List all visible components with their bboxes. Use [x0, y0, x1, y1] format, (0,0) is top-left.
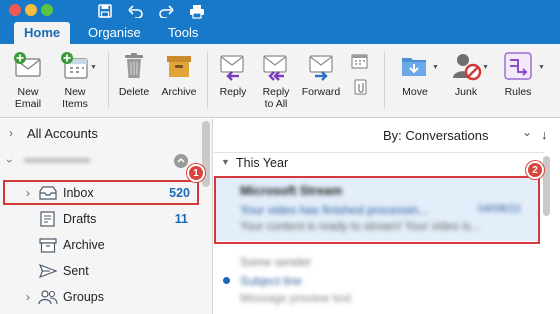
ribbon-toolbar: New Email New Items ▼ Delete Archive Rep… [0, 44, 560, 118]
group-header-this-year: This Year [236, 156, 289, 170]
chevron-right-icon[interactable]: › [9, 126, 13, 140]
step-1-callout: 1 [187, 164, 205, 182]
new-email-label: New Email [14, 86, 42, 110]
sort-direction-arrow-icon[interactable]: ↓ [541, 127, 548, 142]
attachment-icon[interactable] [352, 78, 370, 96]
list-divider [214, 152, 544, 153]
rules-dropdown-icon[interactable]: ▼ [538, 64, 545, 71]
move-dropdown-icon[interactable]: ▼ [432, 64, 439, 71]
delete-label: Delete [118, 86, 150, 98]
tab-tools[interactable]: Tools [158, 22, 208, 44]
toolbar-divider [108, 52, 109, 108]
archive-label: Archive [161, 86, 197, 98]
sort-by-dropdown[interactable]: By: Conversations [383, 128, 489, 143]
trash-icon [118, 50, 150, 82]
chevron-down-icon[interactable]: › [3, 159, 17, 163]
junk-button[interactable]: Junk [447, 50, 485, 98]
group-collapse-icon[interactable]: ▼ [221, 157, 230, 167]
rules-icon [502, 50, 534, 82]
draft-count-badge: 11 [174, 212, 188, 226]
ribbon-tab-bar: Home Organise Tools [0, 22, 560, 44]
forward-label: Forward [301, 86, 341, 98]
new-items-button[interactable]: New Items [53, 50, 97, 110]
message-sender: Some sender [240, 255, 312, 269]
list-item[interactable]: Some sender Subject line Message preview… [216, 247, 538, 313]
all-accounts-label: All Accounts [27, 125, 98, 141]
new-email-button[interactable]: New Email [8, 50, 48, 110]
new-items-icon [59, 50, 91, 82]
account-collapse-icon[interactable] [174, 154, 188, 168]
archive-icon [39, 237, 57, 253]
message-subject: Subject line [240, 274, 303, 288]
title-bar [0, 0, 560, 22]
rules-button[interactable]: Rules [500, 50, 536, 98]
toolbar-divider [207, 52, 208, 108]
account-item[interactable]: › ••••••••••••••••••••••• [0, 149, 200, 173]
tab-home[interactable]: Home [14, 22, 71, 44]
step-2-callout: 2 [526, 161, 544, 179]
message-list-scrollbar[interactable] [543, 156, 550, 216]
inbox-highlight-box [3, 180, 199, 205]
meeting-icon[interactable] [351, 52, 369, 70]
new-email-icon [12, 50, 44, 82]
minimize-window-button[interactable] [25, 4, 37, 16]
folder-label: Sent [63, 264, 89, 278]
rules-label: Rules [504, 86, 532, 98]
unread-dot-icon [223, 277, 230, 284]
junk-icon [450, 50, 482, 82]
all-accounts-item[interactable]: › All Accounts [0, 121, 200, 145]
folder-sent[interactable]: Sent [0, 259, 200, 283]
undo-icon[interactable] [127, 2, 145, 20]
groups-icon [38, 289, 58, 305]
message-highlight-box [214, 176, 540, 244]
forward-icon [305, 50, 337, 82]
delete-button[interactable]: Delete [115, 50, 153, 98]
zoom-window-button[interactable] [41, 4, 53, 16]
redo-icon[interactable] [157, 2, 175, 20]
junk-dropdown-icon[interactable]: ▼ [482, 64, 489, 71]
move-folder-icon [399, 50, 431, 82]
folder-label: Drafts [63, 212, 97, 226]
reply-all-label: Reply to All [262, 86, 290, 110]
chevron-right-icon[interactable]: › [26, 290, 30, 304]
drafts-icon [39, 211, 57, 227]
toolbar-divider [384, 52, 385, 108]
move-button[interactable]: Move [396, 50, 434, 98]
sent-icon [38, 263, 58, 279]
message-preview: Message preview text [240, 293, 352, 305]
archive-button[interactable]: Archive [157, 50, 201, 98]
new-items-label: New Items [62, 86, 88, 110]
folder-label: Archive [63, 238, 105, 252]
junk-label: Junk [454, 86, 478, 98]
reply-all-icon [260, 50, 292, 82]
reply-button[interactable]: Reply [215, 50, 251, 98]
folder-archive[interactable]: Archive [0, 233, 200, 257]
reply-icon [217, 50, 249, 82]
forward-button[interactable]: Forward [299, 50, 343, 98]
save-icon[interactable] [96, 2, 114, 20]
new-items-dropdown-icon[interactable]: ▼ [90, 64, 97, 71]
reply-label: Reply [219, 86, 247, 98]
folder-drafts[interactable]: Drafts 11 [0, 207, 200, 231]
close-window-button[interactable] [9, 4, 21, 16]
print-icon[interactable] [188, 2, 206, 20]
account-name: ••••••••••••••••••••••• [24, 155, 91, 167]
archive-box-icon [163, 50, 195, 82]
chevron-down-icon[interactable]: ⌄ [522, 125, 532, 139]
folder-pane: › All Accounts › •••••••••••••••••••••••… [0, 119, 213, 314]
reply-all-button[interactable]: Reply to All [257, 50, 295, 110]
folder-label: Groups [63, 290, 104, 304]
folder-groups[interactable]: › Groups [0, 285, 200, 309]
move-label: Move [402, 86, 428, 98]
tab-organise[interactable]: Organise [78, 22, 151, 44]
